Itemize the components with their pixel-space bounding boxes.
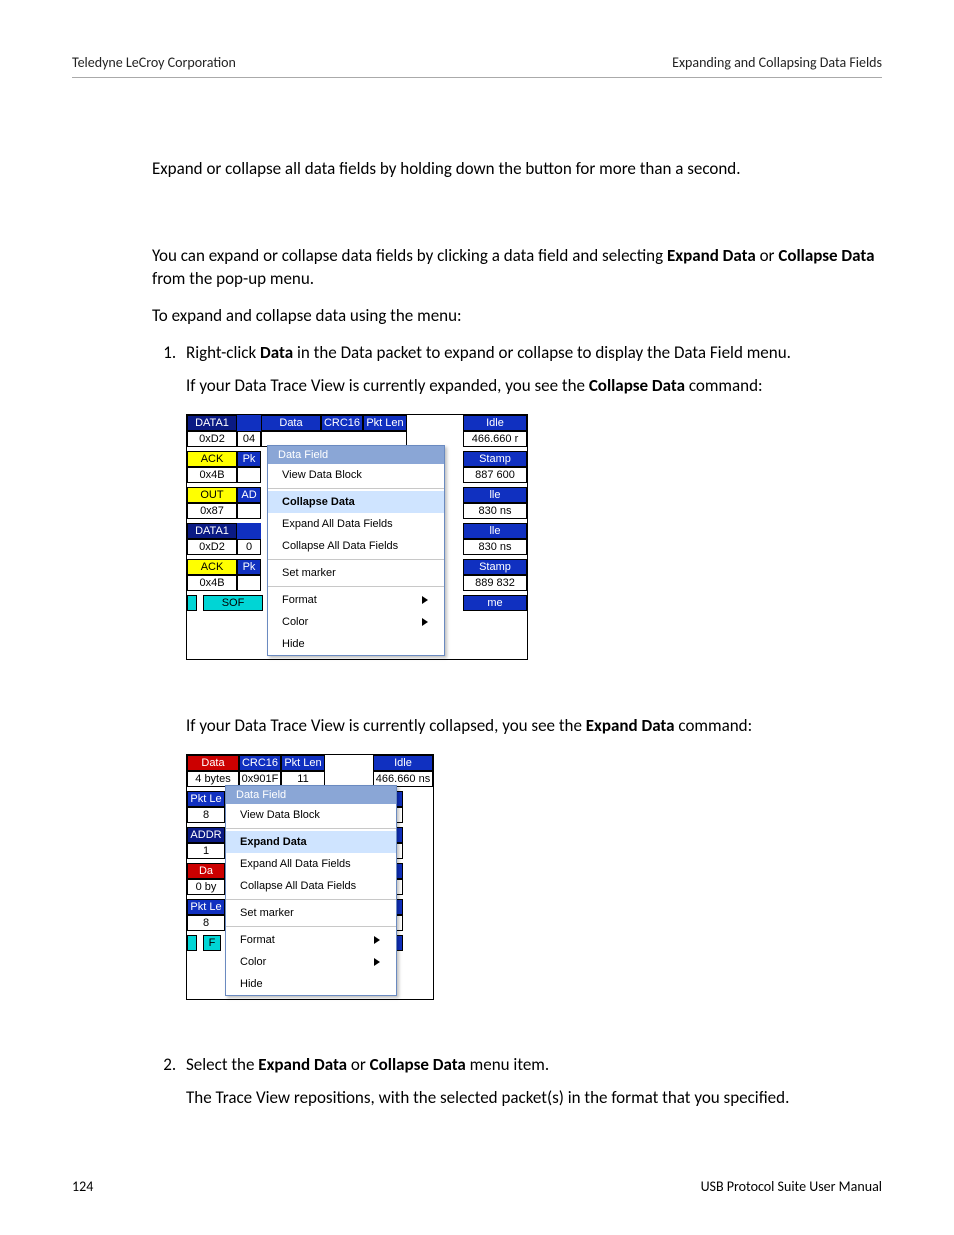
header-right: Expanding and Collapsing Data Fields xyxy=(672,54,882,71)
menu-hide[interactable]: Hide xyxy=(226,973,396,995)
paragraph-3: To expand and collapse data using the me… xyxy=(152,305,882,328)
footer-title: USB Protocol Suite User Manual xyxy=(701,1178,882,1195)
chevron-right-icon xyxy=(374,958,380,966)
menu-hide[interactable]: Hide xyxy=(268,633,444,655)
cell-data1-hdr: DATA1 xyxy=(187,415,237,431)
paragraph-2: You can expand or collapse data fields b… xyxy=(152,245,882,291)
chevron-right-icon xyxy=(374,936,380,944)
menu-collapse-all[interactable]: Collapse All Data Fields xyxy=(268,535,444,557)
chevron-right-icon xyxy=(422,618,428,626)
menu-title: Data Field xyxy=(226,786,396,804)
figure-expand-menu: Data 4 bytes CRC16 0x901F Pkt Len 11 xyxy=(186,754,434,1000)
steps-list: Right-click Data in the Data packet to e… xyxy=(152,342,882,1111)
page-footer: 124 USB Protocol Suite User Manual xyxy=(72,1178,882,1195)
context-menu-collapse[interactable]: Data Field View Data Block Collapse Data… xyxy=(267,445,445,656)
intro-paragraph: Expand or collapse all data fields by ho… xyxy=(152,158,882,181)
menu-expand-all[interactable]: Expand All Data Fields xyxy=(268,513,444,535)
menu-format[interactable]: Format xyxy=(226,929,396,951)
menu-title: Data Field xyxy=(268,446,444,464)
context-menu-expand[interactable]: Data Field View Data Block Expand Data E… xyxy=(225,785,397,996)
menu-expand-all[interactable]: Expand All Data Fields xyxy=(226,853,396,875)
menu-format[interactable]: Format xyxy=(268,589,444,611)
figure-collapse-menu: DATA1 0xD2 04 Data CRC16 xyxy=(186,414,528,660)
menu-expand-data[interactable]: Expand Data xyxy=(226,831,396,853)
menu-view-data-block[interactable]: View Data Block xyxy=(268,464,444,486)
page-header: Teledyne LeCroy Corporation Expanding an… xyxy=(72,54,882,78)
menu-collapse-all[interactable]: Collapse All Data Fields xyxy=(226,875,396,897)
menu-view-data-block[interactable]: View Data Block xyxy=(226,804,396,826)
menu-color[interactable]: Color xyxy=(268,611,444,633)
step-1: Right-click Data in the Data packet to e… xyxy=(180,342,882,1025)
cell-data1-val: 0xD2 xyxy=(187,431,237,447)
step-2: Select the Expand Data or Collapse Data … xyxy=(180,1054,882,1110)
menu-set-marker[interactable]: Set marker xyxy=(226,902,396,924)
menu-set-marker[interactable]: Set marker xyxy=(268,562,444,584)
page-number: 124 xyxy=(72,1178,93,1195)
chevron-right-icon xyxy=(422,596,428,604)
menu-collapse-data[interactable]: Collapse Data xyxy=(268,491,444,513)
header-left: Teledyne LeCroy Corporation xyxy=(72,54,236,71)
menu-color[interactable]: Color xyxy=(226,951,396,973)
